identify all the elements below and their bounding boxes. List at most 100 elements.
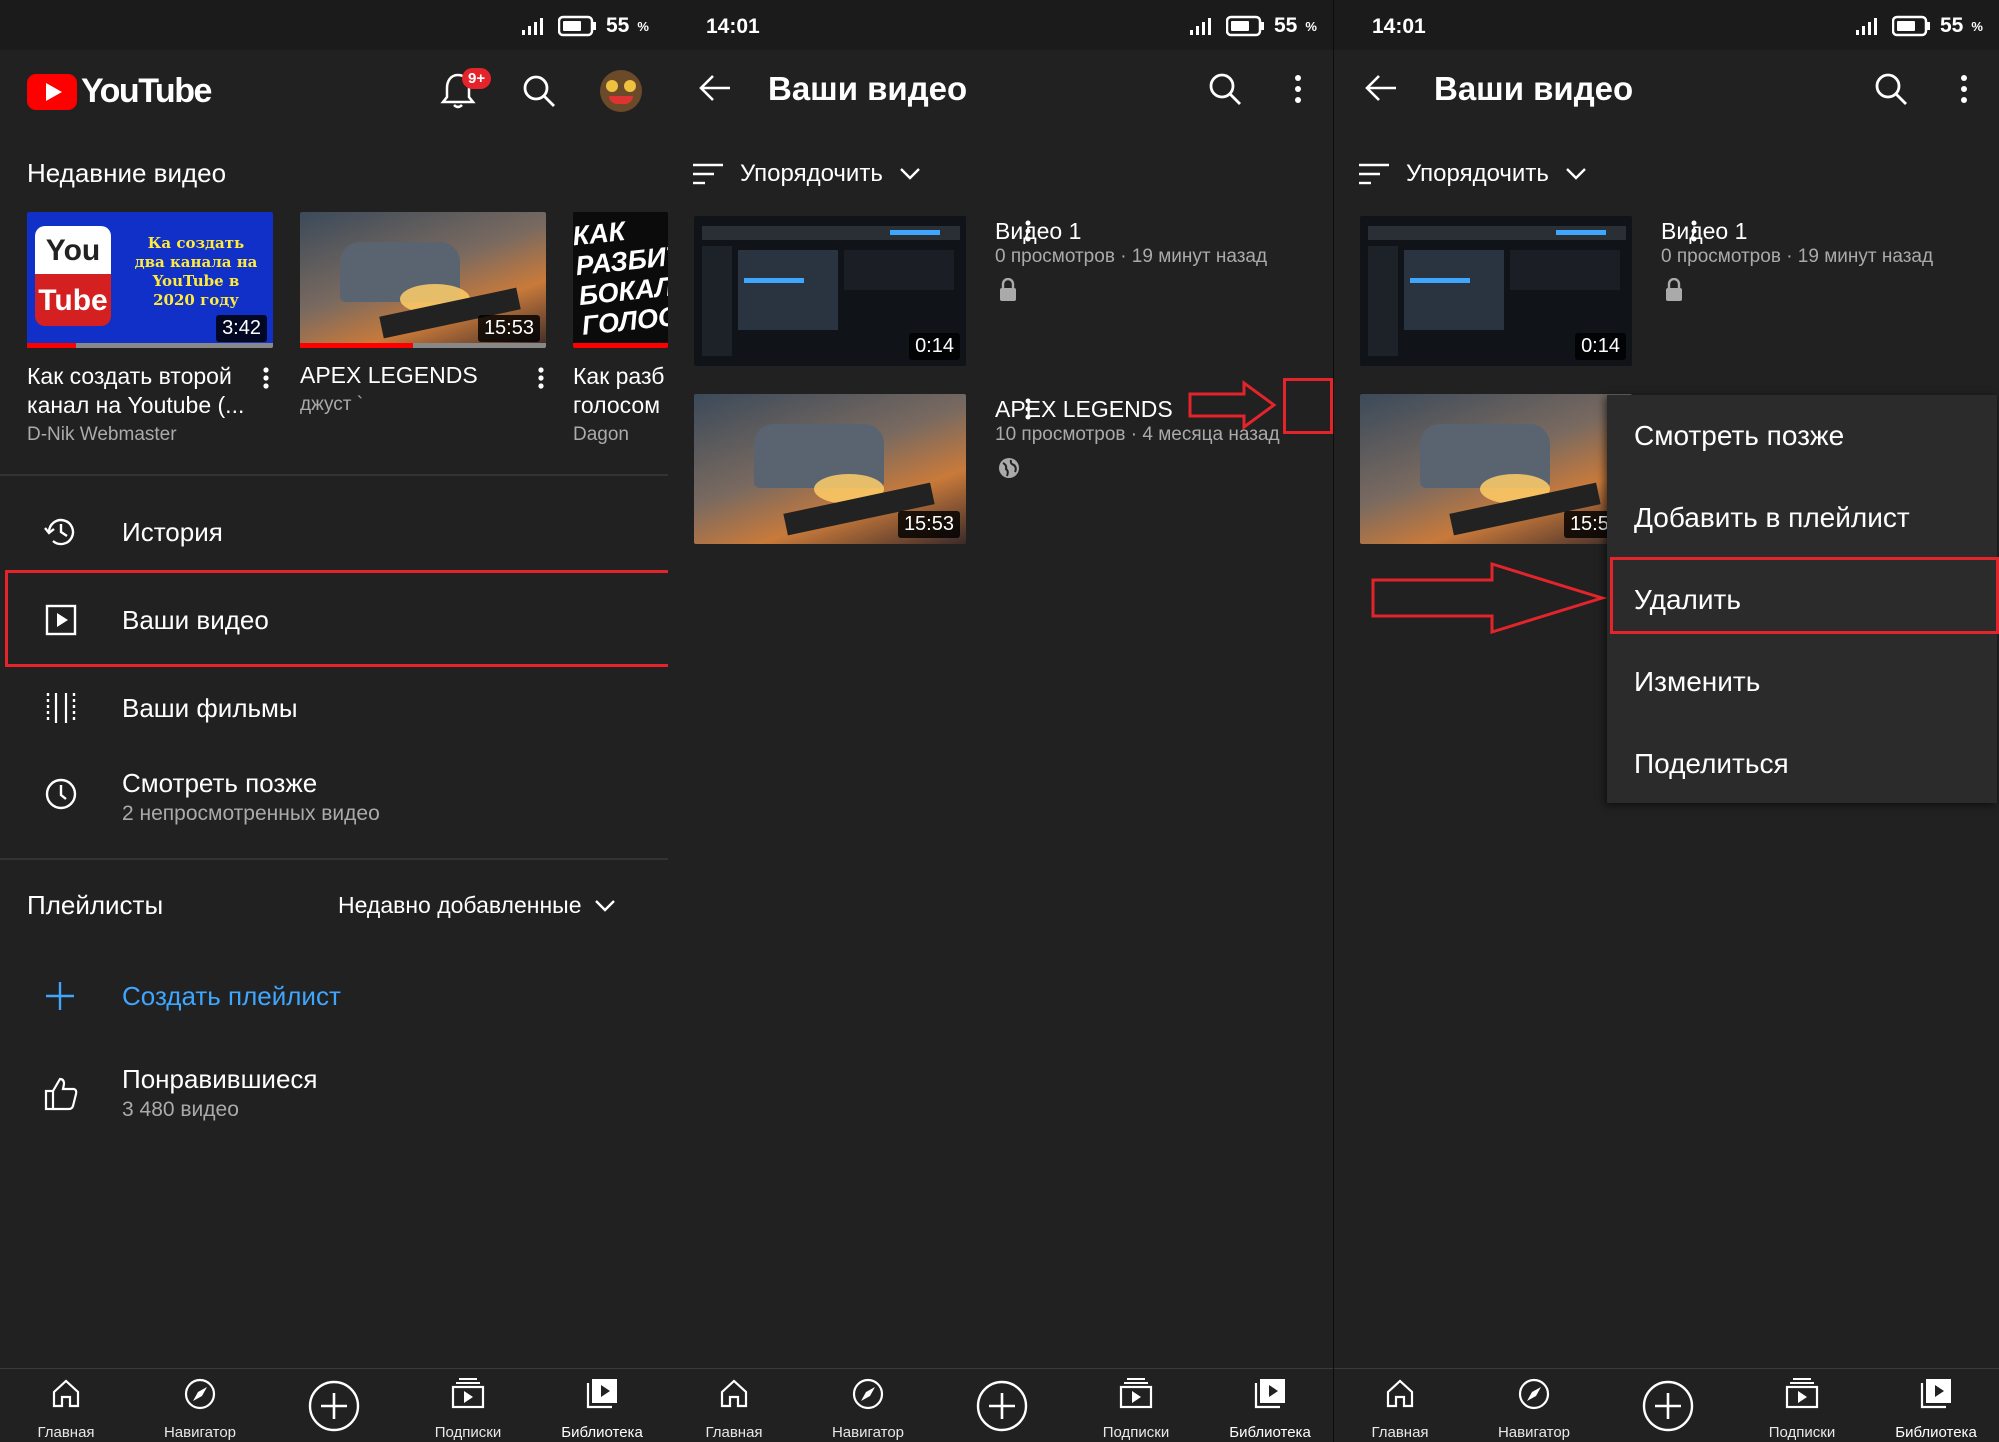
youtube-logo[interactable]: YouTube bbox=[27, 72, 212, 111]
annotation-arrow bbox=[1371, 561, 1608, 635]
history-icon bbox=[44, 518, 75, 546]
more-options-icon[interactable] bbox=[1960, 74, 1968, 104]
playlists-sort-dropdown[interactable]: Недавно добавленные bbox=[338, 892, 616, 919]
more-options-icon[interactable] bbox=[1024, 220, 1032, 242]
nav-explore[interactable]: Навигатор bbox=[1474, 1369, 1594, 1442]
nav-library[interactable]: Библиотека bbox=[542, 1369, 662, 1442]
recent-video-channel: джуст ` bbox=[300, 394, 364, 415]
recent-video-title[interactable]: APEX LEGENDS bbox=[300, 362, 478, 389]
status-bar: 14:01 55% bbox=[1334, 0, 1999, 50]
menu-item-watch-later[interactable]: Смотреть позже bbox=[1607, 395, 1997, 477]
more-options-icon[interactable] bbox=[1294, 74, 1302, 104]
annotation-highlight-box bbox=[1610, 557, 1999, 634]
battery-level: 55 bbox=[1274, 14, 1298, 37]
divider bbox=[0, 858, 668, 860]
notifications-badge: 9+ bbox=[462, 68, 492, 89]
more-options-icon[interactable] bbox=[262, 366, 270, 395]
menu-item-watch-later[interactable]: Смотреть позже 2 непросмотренных видео bbox=[0, 762, 668, 828]
nav-home[interactable]: Главная bbox=[674, 1369, 794, 1442]
video-duration: 0:14 bbox=[1575, 333, 1626, 360]
signal-icon bbox=[1856, 18, 1877, 35]
status-indicators: 55% bbox=[1854, 14, 1983, 38]
video-thumbnail[interactable]: 15:53 bbox=[1360, 394, 1632, 544]
add-circle-icon bbox=[976, 1380, 1028, 1432]
page-title: Ваши видео bbox=[1434, 70, 1634, 107]
status-time: 14:01 bbox=[706, 15, 760, 38]
menu-item-edit[interactable]: Изменить bbox=[1607, 641, 1997, 723]
more-options-icon[interactable] bbox=[1024, 398, 1032, 420]
search-icon[interactable] bbox=[1874, 72, 1908, 106]
thumb-logo-text-bottom: Tube bbox=[38, 284, 108, 317]
status-indicators: 55% bbox=[1188, 14, 1317, 38]
back-arrow-icon[interactable] bbox=[698, 74, 732, 102]
status-indicators: 55% bbox=[520, 14, 649, 38]
create-playlist-button[interactable]: Создать плейлист bbox=[0, 968, 668, 1024]
playlist-liked[interactable]: Понравившиеся 3 480 видео bbox=[0, 1058, 668, 1128]
sort-dropdown[interactable]: Упорядочить bbox=[1358, 160, 1587, 188]
lock-icon bbox=[1000, 278, 1016, 301]
recent-video-thumbnail[interactable]: КАК РАЗБИТЬ БОКАЛ ГОЛОСОМ bbox=[573, 212, 668, 348]
more-options-icon[interactable] bbox=[537, 366, 545, 395]
battery-level: 55 bbox=[1940, 14, 1964, 37]
video-thumbnail[interactable]: 0:14 bbox=[694, 216, 966, 366]
video-title[interactable]: Видео 1 bbox=[1661, 218, 1747, 245]
nav-create[interactable] bbox=[942, 1369, 1062, 1442]
video-duration: 3:42 bbox=[216, 315, 267, 342]
sort-icon bbox=[693, 163, 723, 185]
compass-icon bbox=[852, 1378, 884, 1410]
video-thumbnail[interactable]: 0:14 bbox=[1360, 216, 1632, 366]
create-playlist-label: Создать плейлист bbox=[122, 980, 341, 1011]
home-icon bbox=[720, 1379, 748, 1408]
video-thumbnail[interactable]: 15:53 bbox=[694, 394, 966, 544]
video-title[interactable]: Видео 1 bbox=[995, 218, 1081, 245]
battery-icon bbox=[558, 15, 596, 37]
recent-video-thumbnail[interactable]: You Tube Ка создать два канала на YouTub… bbox=[27, 212, 273, 348]
status-time: 14:01 bbox=[1372, 15, 1426, 38]
nav-create[interactable] bbox=[1608, 1369, 1728, 1442]
nav-create[interactable] bbox=[274, 1369, 394, 1442]
menu-item-share[interactable]: Поделиться bbox=[1607, 723, 1997, 805]
menu-item-your-movies[interactable]: Ваши фильмы bbox=[0, 680, 668, 736]
menu-label: История bbox=[122, 516, 223, 547]
playlist-count: 3 480 видео bbox=[122, 1098, 239, 1121]
search-icon[interactable] bbox=[522, 74, 556, 108]
recent-video-thumbnail[interactable]: 15:53 bbox=[300, 212, 546, 348]
notifications-button[interactable]: 9+ bbox=[440, 68, 492, 112]
recent-video-title[interactable]: Как создать второй канал на Youtube (... bbox=[27, 362, 257, 420]
nav-library[interactable]: Библиотека bbox=[1210, 1369, 1330, 1442]
add-circle-icon bbox=[1642, 1380, 1694, 1432]
library-icon bbox=[586, 1379, 617, 1409]
nav-explore[interactable]: Навигатор bbox=[808, 1369, 928, 1442]
clock-icon bbox=[45, 778, 77, 810]
nav-explore[interactable]: Навигатор bbox=[140, 1369, 260, 1442]
more-options-icon[interactable] bbox=[1690, 220, 1698, 242]
menu-item-history[interactable]: История bbox=[0, 504, 668, 560]
nav-subscriptions[interactable]: Подписки bbox=[408, 1369, 528, 1442]
avatar[interactable] bbox=[600, 70, 642, 112]
brand-name: YouTube bbox=[81, 72, 212, 110]
recent-video-title[interactable]: Как разб голосом bbox=[573, 362, 668, 420]
sort-dropdown[interactable]: Упорядочить bbox=[692, 160, 921, 188]
nav-subscriptions[interactable]: Подписки bbox=[1742, 1369, 1862, 1442]
subscriptions-icon bbox=[1119, 1378, 1153, 1409]
nav-library[interactable]: Библиотека bbox=[1876, 1369, 1996, 1442]
chevron-down-icon bbox=[1565, 168, 1586, 180]
plus-icon bbox=[46, 982, 74, 1010]
thumb-caption: КАК РАЗБИТЬ БОКАЛ ГОЛОСОМ bbox=[573, 216, 668, 341]
nav-home[interactable]: Главная bbox=[6, 1369, 126, 1442]
back-arrow-icon[interactable] bbox=[1364, 74, 1398, 102]
signal-icon bbox=[522, 18, 543, 35]
chevron-down-icon bbox=[899, 168, 920, 180]
library-screen: 55% YouTube 9+ Недавние видео You Tube К… bbox=[0, 0, 668, 1442]
battery-icon bbox=[1892, 15, 1930, 37]
compass-icon bbox=[184, 1378, 216, 1410]
globe-icon bbox=[999, 458, 1019, 478]
menu-item-add-to-playlist[interactable]: Добавить в плейлист bbox=[1607, 477, 1997, 559]
nav-subscriptions[interactable]: Подписки bbox=[1076, 1369, 1196, 1442]
divider bbox=[0, 474, 668, 476]
video-title[interactable]: APEX LEGENDS bbox=[995, 396, 1173, 423]
playlist-title: Понравившиеся bbox=[122, 1064, 318, 1094]
compass-icon bbox=[1518, 1378, 1550, 1410]
search-icon[interactable] bbox=[1208, 72, 1242, 106]
nav-home[interactable]: Главная bbox=[1340, 1369, 1460, 1442]
